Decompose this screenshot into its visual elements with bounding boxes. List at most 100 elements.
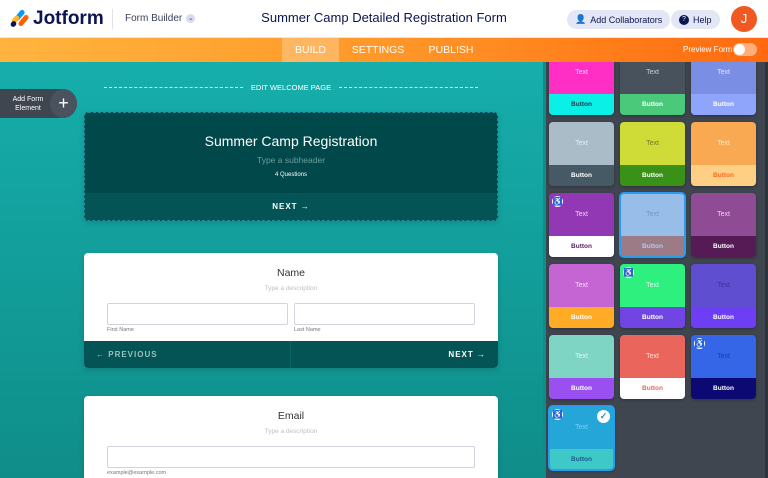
preview-form-toggle[interactable] [733,43,757,56]
theme-text-sample: Text [549,62,614,94]
avatar[interactable]: J [731,6,757,32]
theme-button-sample: Button [549,378,614,399]
first-name-sublabel: First Name [107,327,134,333]
add-form-element-label: Add Form Element [12,96,44,112]
checkmark-icon: ✓ [597,410,610,423]
welcome-card[interactable]: Summer Camp Registration Type a subheade… [84,112,498,221]
chevron-down-icon: ⌄ [186,14,196,23]
theme-card[interactable]: Text Button [691,193,756,257]
edit-welcome-label: EDIT WELCOME PAGE [250,82,332,92]
theme-card[interactable]: Text Button ♿ ✓ [548,405,615,471]
add-form-element-button[interactable]: Add Form Element + [0,89,77,118]
help-label: Help [693,14,712,25]
next-button[interactable]: NEXT → [448,341,486,368]
add-collaborators-label: Add Collaborators [590,14,663,25]
theme-text-sample: Text [691,122,756,165]
theme-button-sample: Button [691,236,756,257]
question-nav-bar: ← PREVIOUS NEXT → [84,341,498,368]
help-button[interactable]: ? Help [671,10,720,29]
arrow-right-icon: → [477,350,486,359]
first-name-input[interactable] [107,303,288,325]
theme-card[interactable]: Text Button [549,335,614,399]
tab-build[interactable]: BUILD [282,38,339,62]
theme-button-sample: Button [620,236,685,257]
question-title[interactable]: Name [84,267,498,279]
email-question-card[interactable]: Email Type a description example@example… [84,396,498,478]
form-builder-dropdown[interactable]: Form Builder ⌄ [125,13,196,24]
builder-nav: BUILD SETTINGS PUBLISH Preview Form [0,38,768,62]
theme-card[interactable]: Text Button ♿ [691,335,756,399]
theme-text-sample: Text [691,62,756,94]
next-label: NEXT [272,202,298,211]
theme-button-sample: Button [549,236,614,257]
plus-icon: + [50,89,77,118]
user-icon: 👤 [575,14,587,24]
theme-text-sample: Text [620,335,685,378]
divider [112,9,113,29]
theme-button-sample: Button [620,378,685,399]
theme-button-sample: Button [691,165,756,186]
preview-form-label: Preview Form [683,45,733,54]
last-name-sublabel: Last Name [294,327,321,333]
theme-card[interactable]: Text Button [620,62,685,115]
tab-publish[interactable]: PUBLISH [421,38,481,62]
theme-text-sample: Text [549,122,614,165]
theme-text-sample: Text [691,193,756,236]
theme-button-sample: Button [549,165,614,186]
theme-button-sample: Button [620,94,685,115]
previous-label: PREVIOUS [108,350,158,359]
logo-text: Jotform [33,8,104,29]
accessibility-icon: ♿ [694,338,705,349]
theme-button-sample: Button [691,307,756,328]
theme-button-sample: Button [691,94,756,115]
jotform-logo[interactable]: Jotform [9,8,104,30]
accessibility-icon: ♿ [552,409,563,420]
theme-card[interactable]: Text Button [620,335,685,399]
welcome-title[interactable]: Summer Camp Registration [85,133,497,149]
themes-panel: Text Button Text Button Text Button Text Button… [543,62,768,478]
theme-button-sample: Button [549,94,614,115]
theme-text-sample: Text [549,335,614,378]
themes-grid: Text Button Text Button Text Button Text Button… [548,62,756,471]
question-count: 4 Questions [274,172,308,178]
last-name-input[interactable] [294,303,475,325]
question-description[interactable]: Type a description [84,285,498,292]
email-input[interactable] [107,446,475,468]
next-label: NEXT [448,350,474,359]
theme-card[interactable]: Text Button ♿ [620,264,685,328]
theme-button-sample: Button [549,449,614,470]
question-title[interactable]: Email [84,410,498,422]
previous-button[interactable]: ← PREVIOUS [84,341,291,368]
theme-text-sample: Text [549,264,614,307]
theme-text-sample: Text [620,122,685,165]
theme-card[interactable]: Text Button [691,62,756,115]
tab-settings[interactable]: SETTINGS [345,38,411,62]
help-icon: ? [679,14,689,25]
question-description[interactable]: Type a description [84,428,498,435]
theme-button-sample: Button [691,378,756,399]
welcome-next-button[interactable]: NEXT → [85,193,497,220]
accessibility-icon: ♿ [623,267,634,278]
theme-card[interactable]: Text Button ♿ [549,193,614,257]
name-question-card[interactable]: Name Type a description First Name Last … [84,253,498,368]
welcome-subheader[interactable]: Type a subheader [85,155,497,165]
add-collaborators-button[interactable]: 👤 Add Collaborators [567,10,671,29]
logo-icon [9,8,30,29]
theme-card[interactable]: Text Button [619,192,686,258]
theme-card[interactable]: Text Button [620,122,685,186]
arrow-left-icon: ← [96,350,105,359]
top-header: Jotform Form Builder ⌄ Summer Camp Detail… [0,0,768,38]
theme-card[interactable]: Text Button [549,62,614,115]
edit-welcome-page-link[interactable]: EDIT WELCOME PAGE [104,82,478,92]
theme-card[interactable]: Text Button [549,264,614,328]
theme-button-sample: Button [620,165,685,186]
theme-card[interactable]: Text Button [691,264,756,328]
theme-card[interactable]: Text Button [549,122,614,186]
theme-card[interactable]: Text Button [691,122,756,186]
arrow-right-icon: → [300,202,310,211]
theme-button-sample: Button [620,307,685,328]
theme-text-sample: Text [620,62,685,94]
theme-button-sample: Button [549,307,614,328]
theme-text-sample: Text [620,193,685,236]
form-canvas: Add Form Element + EDIT WELCOME PAGE Summ… [0,62,543,478]
